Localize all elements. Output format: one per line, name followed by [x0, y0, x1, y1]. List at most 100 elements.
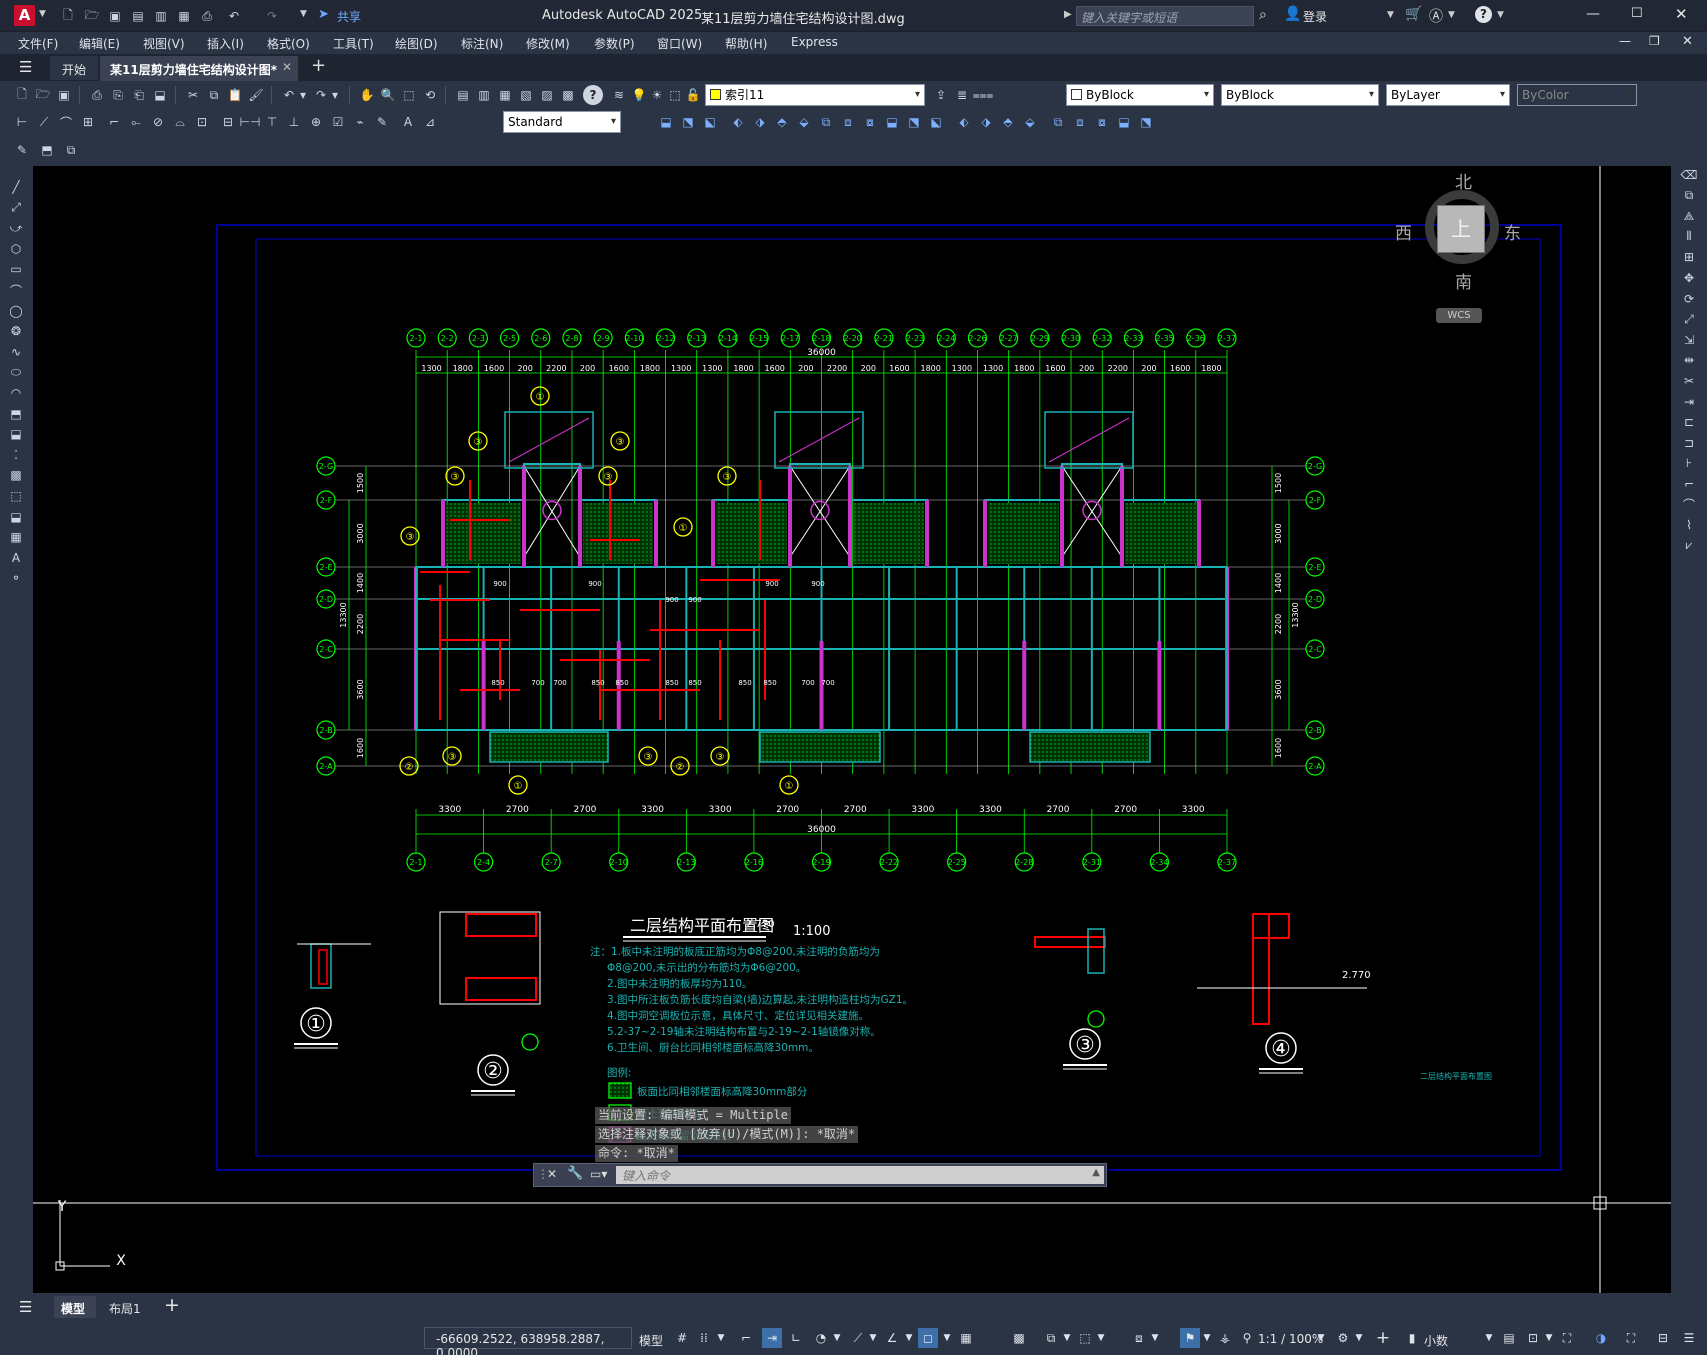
transparency-icon[interactable]: ▩: [1010, 1328, 1028, 1348]
tool-palettes-icon[interactable]: ▦: [495, 85, 515, 105]
chevron-down-icon[interactable]: ▾: [915, 85, 920, 105]
paste-icon[interactable]: 📋: [225, 85, 245, 105]
calculator-icon[interactable]: ▩: [558, 85, 578, 105]
polyline-icon[interactable]: ⤻: [6, 218, 26, 238]
plotstyle-combo[interactable]: ByColor ▾: [1517, 84, 1637, 106]
chevron-down-icon[interactable]: ▼: [1096, 1328, 1106, 1348]
modify-tool-16-icon[interactable]: ⬘: [998, 112, 1018, 132]
arc-icon[interactable]: ⌒: [6, 280, 26, 300]
explode-icon[interactable]: ⩗: [1679, 536, 1699, 556]
annotation-monitor-icon[interactable]: +: [1374, 1328, 1392, 1348]
close-icon[interactable]: ✕: [1675, 5, 1688, 23]
chevron-down-icon[interactable]: ▼: [1150, 1328, 1160, 1348]
chevron-down-icon[interactable]: ▾: [329, 85, 341, 105]
fillet-icon[interactable]: ⌒: [1679, 495, 1699, 515]
menu-insert[interactable]: 插入(I): [207, 35, 244, 52]
linetype-combo[interactable]: ByBlock ▾: [1221, 84, 1379, 106]
save-as-icon[interactable]: ▤: [128, 6, 148, 26]
ucs-icon[interactable]: ⧈: [1130, 1328, 1148, 1348]
dim-tool-3-icon[interactable]: ⌒: [56, 112, 76, 132]
viewcube-east[interactable]: 东: [1504, 219, 1521, 244]
modify-tool-21-icon[interactable]: ⬓: [1114, 112, 1134, 132]
point-icon[interactable]: ⁚: [6, 445, 26, 465]
annotation-visibility-icon[interactable]: ⚑: [1180, 1328, 1200, 1348]
chevron-down-icon[interactable]: ▾: [297, 85, 309, 105]
menu-format[interactable]: 格式(O): [267, 35, 310, 52]
revision-cloud-icon[interactable]: ❂: [6, 321, 26, 341]
copy-icon[interactable]: ⧉: [204, 85, 224, 105]
cut-icon[interactable]: ✂: [183, 85, 203, 105]
circle-icon[interactable]: ◯: [6, 301, 26, 321]
save-web-icon[interactable]: ▦: [174, 6, 194, 26]
chevron-down-icon[interactable]: ▾: [1204, 85, 1209, 105]
text-style-combo[interactable]: Standard ▾: [503, 111, 621, 133]
customize-wrench-icon[interactable]: 🔧: [567, 1166, 583, 1181]
layer-states-icon[interactable]: ⩶: [973, 85, 994, 105]
viewcube-west[interactable]: 西: [1395, 219, 1412, 244]
menu-help[interactable]: 帮助(H): [725, 35, 767, 52]
modify-tool-3-icon[interactable]: ⬕: [700, 112, 720, 132]
open-web-icon[interactable]: ▥: [151, 6, 171, 26]
chevron-down-icon[interactable]: ▼: [1202, 1328, 1212, 1348]
modify-tool-5-icon[interactable]: ⬗: [750, 112, 770, 132]
tab-model[interactable]: 模型: [54, 1296, 96, 1318]
share-button[interactable]: 共享: [337, 8, 361, 25]
insert-block-icon[interactable]: ⬒: [37, 140, 57, 160]
region-icon[interactable]: ⬓: [6, 507, 26, 527]
lock-ui-icon[interactable]: ⊡: [1524, 1328, 1542, 1348]
polar-tracking-icon[interactable]: ◔: [812, 1328, 830, 1348]
dim-tool-4-icon[interactable]: ⊞: [78, 112, 98, 132]
block-editor-icon[interactable]: ✎: [12, 140, 32, 160]
customize-icon[interactable]: ⊟: [1654, 1328, 1672, 1348]
chevron-down-icon[interactable]: ▼: [39, 9, 46, 19]
modify-tool-12-icon[interactable]: ⬔: [904, 112, 924, 132]
search-input[interactable]: 键入关键字或短语: [1076, 6, 1254, 26]
menu-window[interactable]: 窗口(W): [657, 35, 702, 52]
ellipse-arc-icon[interactable]: ◠: [6, 383, 26, 403]
dim-tool-8-icon[interactable]: ⌓: [170, 112, 190, 132]
lengthen-icon[interactable]: ⇹: [1679, 350, 1699, 370]
insert-block-icon[interactable]: ⬒: [6, 404, 26, 424]
ellipse-icon[interactable]: ⬭: [6, 362, 26, 382]
markup-icon[interactable]: ▨: [537, 85, 557, 105]
doc-minimize-icon[interactable]: —: [1619, 34, 1631, 48]
clean-screen-icon[interactable]: ⛶: [1622, 1328, 1640, 1348]
auto-scale-icon[interactable]: ⚶: [1216, 1328, 1234, 1348]
dim-tool-12-icon[interactable]: ⊤: [262, 112, 282, 132]
chevron-down-icon[interactable]: ▼: [904, 1328, 914, 1348]
dim-tool-11-icon[interactable]: ⊢⊣: [240, 112, 261, 132]
dim-tool-9-icon[interactable]: ⊡: [192, 112, 212, 132]
chevron-down-icon[interactable]: ▾: [1369, 85, 1374, 105]
chevron-down-icon[interactable]: ▼: [300, 9, 307, 19]
isolate-objects-icon[interactable]: ⛶: [1558, 1328, 1576, 1348]
dim-tool-13-icon[interactable]: ⊥: [284, 112, 304, 132]
open-folder-icon[interactable]: 🗁: [82, 6, 102, 26]
make-current-icon[interactable]: ⇪: [931, 85, 951, 105]
properties-icon[interactable]: ▤: [453, 85, 473, 105]
tab-start[interactable]: 开始: [50, 56, 98, 80]
quick-properties-icon[interactable]: ▤: [1500, 1328, 1518, 1348]
layer-freeze-icon[interactable]: ☀: [649, 85, 665, 105]
autodesk-app-icon[interactable]: Ⓐ: [1429, 6, 1443, 26]
pan-icon[interactable]: ✋: [357, 85, 377, 105]
chevron-down-icon[interactable]: ▼: [1544, 1328, 1554, 1348]
chevron-down-icon[interactable]: ▼: [1497, 10, 1504, 20]
plot-preview-icon[interactable]: ⎘: [108, 85, 128, 105]
print-icon[interactable]: ⎙: [87, 85, 107, 105]
offset-icon[interactable]: ⫴: [1679, 227, 1699, 247]
modify-tool-2-icon[interactable]: ⬔: [678, 112, 698, 132]
open-icon[interactable]: 🗁: [33, 85, 53, 105]
minimize-icon[interactable]: —: [1586, 6, 1600, 22]
chevron-down-icon[interactable]: ▼: [1484, 1328, 1494, 1348]
annotation-scale-value[interactable]: 1:1 / 100%: [1258, 1332, 1323, 1346]
add-selected-icon[interactable]: ⚬: [6, 568, 26, 588]
viewcube-face[interactable]: 上: [1437, 205, 1485, 253]
modify-tool-20-icon[interactable]: ⧇: [1092, 112, 1112, 132]
modify-tool-15-icon[interactable]: ⬗: [976, 112, 996, 132]
redo-icon[interactable]: ↷: [311, 85, 331, 105]
dim-tool-2-icon[interactable]: ⟋: [34, 112, 54, 132]
trim-icon[interactable]: ✂: [1679, 371, 1699, 391]
modify-tool-19-icon[interactable]: ⧈: [1070, 112, 1090, 132]
table-icon[interactable]: ▦: [6, 527, 26, 547]
login-button[interactable]: 登录: [1303, 8, 1327, 25]
